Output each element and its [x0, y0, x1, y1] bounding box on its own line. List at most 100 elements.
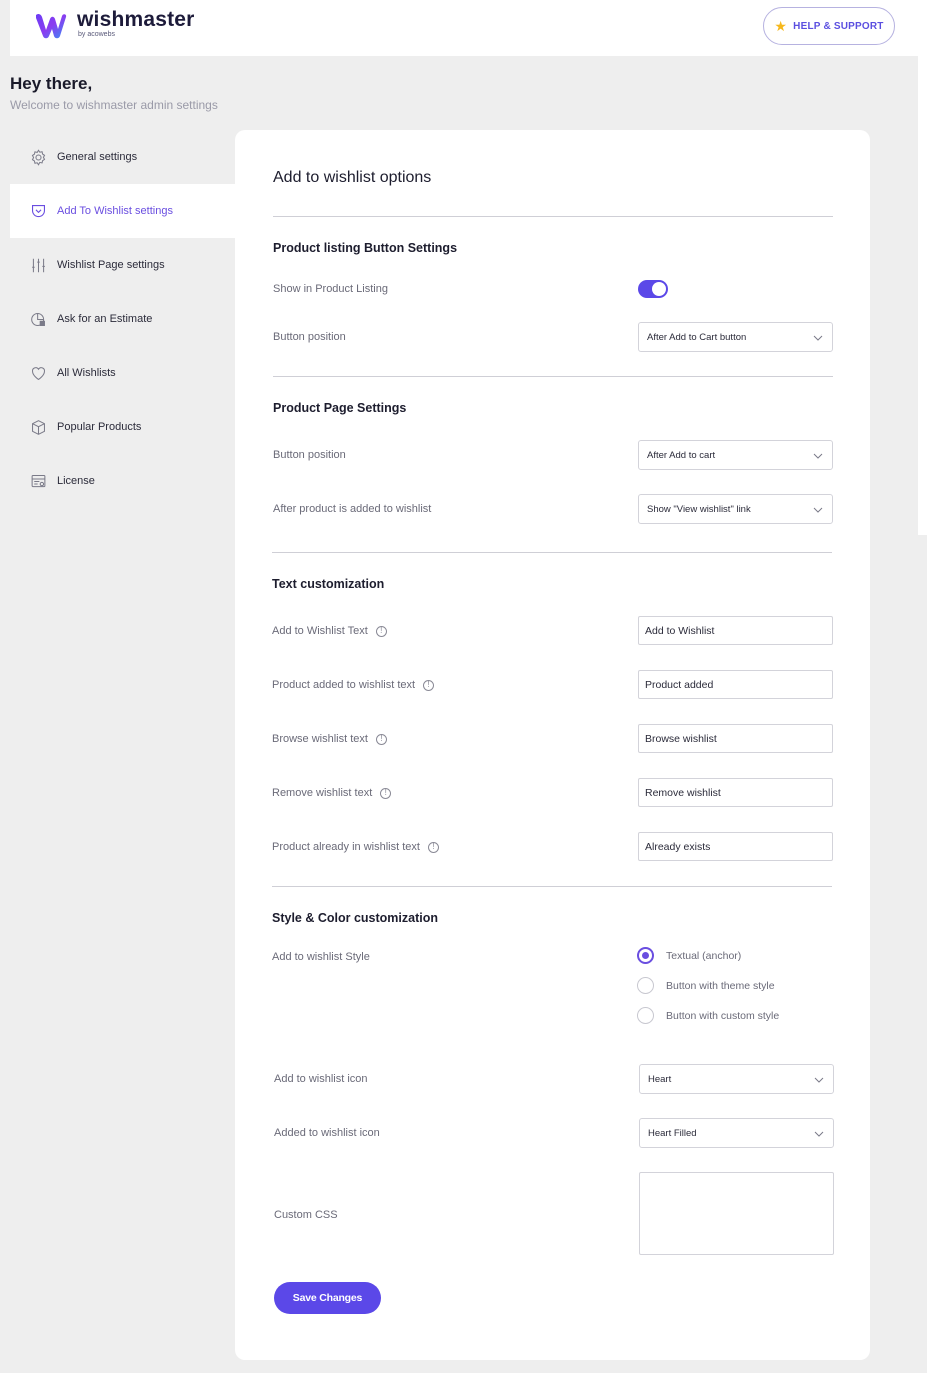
radio-option-theme-style[interactable]: Button with theme style	[637, 977, 775, 994]
sidebar-item-wishlist-page-settings[interactable]: Wishlist Page settings	[10, 238, 235, 292]
text-field-label-text: Remove wishlist text	[272, 787, 373, 799]
radio-button[interactable]	[637, 1007, 654, 1024]
radio-label: Button with theme style	[666, 979, 775, 992]
text-field-label: Remove wishlist text!	[272, 787, 392, 799]
wishlist-icon-select[interactable]: Heart	[639, 1064, 834, 1094]
section-title-style: Style & Color customization	[272, 911, 438, 925]
radio-option-custom-style[interactable]: Button with custom style	[637, 1007, 779, 1024]
divider	[273, 376, 833, 377]
settings-card: Add to wishlist options Product listing …	[235, 130, 870, 1360]
product-button-position-select[interactable]: After Add to cart	[638, 440, 833, 470]
info-icon[interactable]: !	[375, 625, 387, 637]
added-icon-label: Added to wishlist icon	[274, 1127, 380, 1139]
gear-icon	[29, 148, 47, 166]
text-field-label: Product added to wishlist text!	[272, 679, 435, 691]
license-icon	[29, 472, 47, 490]
browse-wishlist-text-input[interactable]: Browse wishlist	[638, 724, 833, 753]
section-title-text: Text customization	[272, 577, 385, 591]
show-in-listing-toggle[interactable]	[638, 280, 668, 298]
logo-name: wishmaster	[77, 8, 195, 31]
info-icon[interactable]: !	[427, 841, 439, 853]
toggle-knob	[652, 282, 666, 296]
radio-option-textual[interactable]: Textual (anchor)	[637, 947, 741, 964]
info-icon[interactable]: !	[380, 787, 392, 799]
listing-button-position-label: Button position	[273, 331, 346, 343]
sidebar-item-label: Add To Wishlist settings	[57, 205, 173, 217]
chevron-down-icon	[813, 335, 823, 341]
listing-button-position-select[interactable]: After Add to Cart button	[638, 322, 833, 352]
info-icon[interactable]: !	[375, 733, 387, 745]
text-field-label: Browse wishlist text!	[272, 733, 387, 745]
text-field-label: Product already in wishlist text!	[272, 841, 439, 853]
save-changes-button[interactable]: Save Changes	[274, 1282, 381, 1314]
heart-icon	[29, 364, 47, 382]
text-field-label: Add to Wishlist Text!	[272, 625, 387, 637]
star-icon: ★	[774, 18, 788, 34]
radio-label: Textual (anchor)	[666, 949, 742, 962]
chevron-down-icon	[814, 1077, 824, 1083]
radio-button[interactable]	[637, 977, 654, 994]
divider	[272, 552, 832, 553]
logo[interactable]: wishmaster by acowebs	[33, 8, 195, 40]
divider	[272, 886, 832, 887]
help-support-label: HELP & SUPPORT	[793, 20, 884, 32]
after-added-label: After product is added to wishlist	[273, 503, 432, 515]
radio-label: Button with custom style	[666, 1009, 780, 1022]
select-value: Heart Filled	[648, 1127, 697, 1139]
sidebar-item-label: Ask for an Estimate	[57, 313, 153, 325]
sidebar-item-label: Popular Products	[57, 421, 142, 433]
section-title-listing: Product listing Button Settings	[273, 241, 458, 255]
select-value: After Add to Cart button	[647, 331, 747, 343]
divider	[273, 216, 833, 217]
sidebar-item-label: Wishlist Page settings	[57, 259, 165, 271]
sidebar-item-add-to-wishlist-settings[interactable]: Add To Wishlist settings	[10, 184, 235, 238]
estimate-icon	[29, 310, 47, 328]
custom-css-textarea[interactable]	[639, 1172, 834, 1255]
input-value: Remove wishlist	[645, 786, 721, 799]
show-in-listing-label: Show in Product Listing	[273, 283, 388, 295]
sidebar-item-popular-products[interactable]: Popular Products	[10, 400, 235, 454]
help-support-button[interactable]: ★ HELP & SUPPORT	[763, 7, 895, 45]
product-added-text-input[interactable]: Product added	[638, 670, 833, 699]
wishmaster-logo-icon	[36, 13, 67, 39]
right-strip	[918, 0, 927, 535]
pocket-icon	[29, 202, 47, 220]
logo-sub: by acowebs	[78, 31, 115, 38]
sidebar-item-label: All Wishlists	[57, 367, 116, 379]
select-value: Heart	[648, 1073, 672, 1085]
custom-css-label: Custom CSS	[274, 1209, 338, 1221]
remove-wishlist-text-input[interactable]: Remove wishlist	[638, 778, 833, 807]
input-value: Already exists	[645, 840, 711, 853]
text-field-label-text: Product already in wishlist text	[272, 841, 420, 853]
chevron-down-icon	[814, 1131, 824, 1137]
sidebar: General settings Add To Wishlist setting…	[10, 130, 235, 508]
text-field-label-text: Browse wishlist text	[272, 733, 368, 745]
greeting-subtitle: Welcome to wishmaster admin settings	[10, 98, 218, 112]
after-added-select[interactable]: Show "View wishlist" link	[638, 494, 833, 524]
chevron-down-icon	[813, 453, 823, 459]
text-field-label-text: Product added to wishlist text	[272, 679, 416, 691]
chevron-down-icon	[813, 507, 823, 513]
product-button-position-label: Button position	[273, 449, 346, 461]
sidebar-item-label: License	[57, 475, 95, 487]
sidebar-item-ask-for-an-estimate[interactable]: Ask for an Estimate	[10, 292, 235, 346]
sidebar-item-general-settings[interactable]: General settings	[10, 130, 235, 184]
section-title-product-page: Product Page Settings	[273, 401, 407, 415]
top-bar: wishmaster by acowebs ★ HELP & SUPPORT	[10, 0, 918, 56]
input-value: Browse wishlist	[645, 732, 717, 745]
wishlist-icon-label: Add to wishlist icon	[274, 1073, 368, 1085]
already-exists-text-input[interactable]: Already exists	[638, 832, 833, 861]
add-to-wishlist-text-input[interactable]: Add to Wishlist	[638, 616, 833, 645]
added-icon-select[interactable]: Heart Filled	[639, 1118, 834, 1148]
input-value: Product added	[645, 678, 714, 691]
text-field-label-text: Add to Wishlist Text	[272, 625, 368, 637]
sidebar-item-license[interactable]: License	[10, 454, 235, 508]
select-value: After Add to cart	[647, 449, 716, 461]
page-title: Add to wishlist options	[273, 169, 432, 186]
sidebar-item-all-wishlists[interactable]: All Wishlists	[10, 346, 235, 400]
radio-button[interactable]	[637, 947, 654, 964]
sidebar-item-label: General settings	[57, 151, 138, 163]
greeting-title: Hey there,	[10, 74, 93, 93]
info-icon[interactable]: !	[423, 679, 435, 691]
input-value: Add to Wishlist	[645, 624, 715, 637]
